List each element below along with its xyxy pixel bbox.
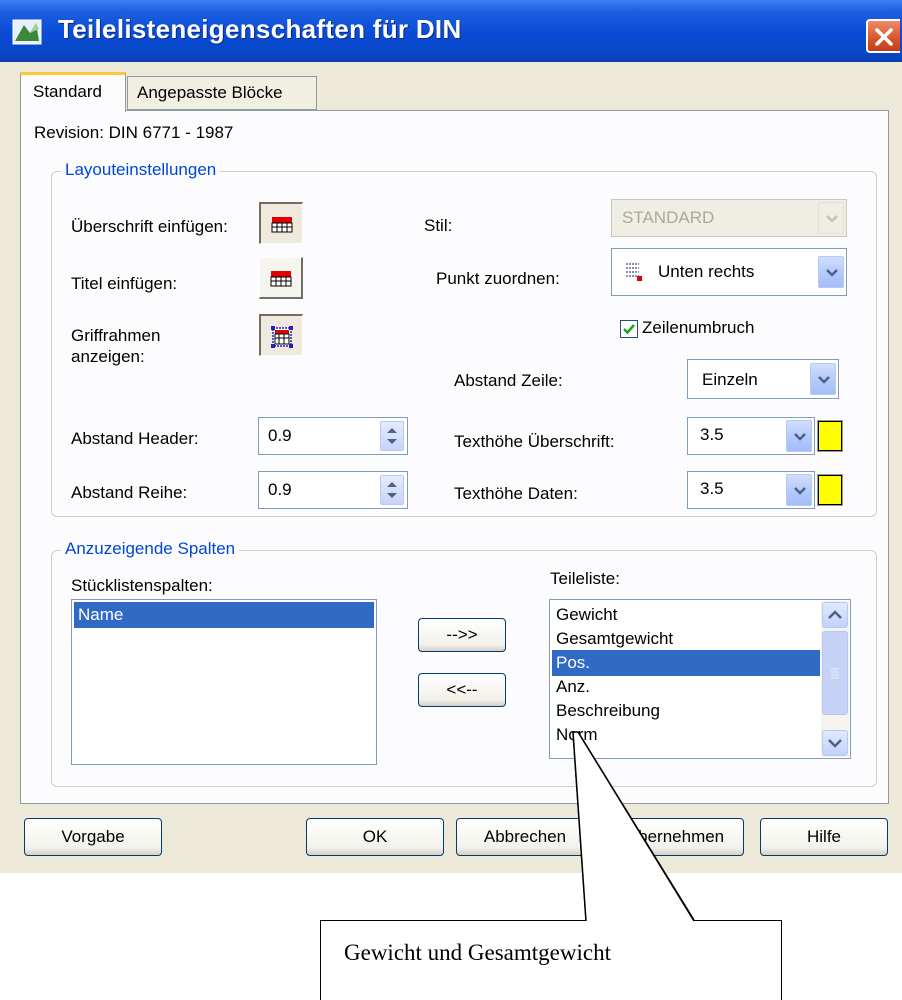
callout-pointer — [572, 731, 695, 922]
tab-standard[interactable]: Standard — [20, 72, 126, 112]
